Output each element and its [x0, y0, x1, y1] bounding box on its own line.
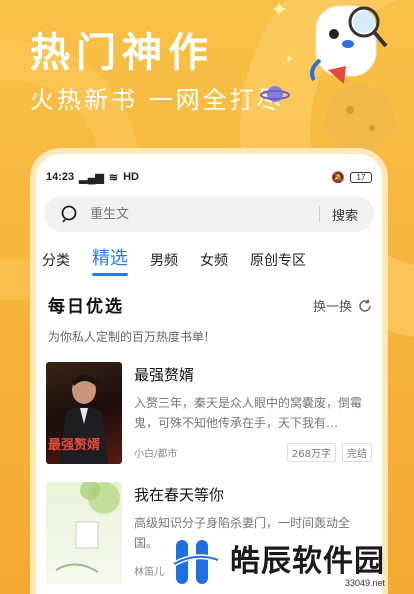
status-badge: 完结	[342, 443, 372, 462]
watermark-logo	[172, 540, 219, 584]
search-input[interactable]	[90, 206, 319, 222]
tab-featured[interactable]: 精选	[92, 244, 128, 276]
category-tabs: 分类 精选 男频 女频 原创专区	[42, 244, 306, 276]
battery-icon: 17	[350, 171, 372, 183]
sparkle-icon: ✦	[284, 52, 295, 66]
watermark-name: 皓辰软件园	[230, 544, 385, 579]
book-description: 入赘三年，秦天是众人眼中的窝囊废，倒霉鬼，可殊不知他传承在手，天下我有…	[134, 396, 363, 430]
status-time: 14:23	[46, 171, 75, 183]
wifi-icon: ≋	[108, 171, 119, 184]
search-divider	[318, 206, 320, 222]
tab-category[interactable]: 分类	[42, 250, 70, 276]
search-icon	[61, 205, 77, 223]
tab-male[interactable]: 男频	[150, 250, 178, 276]
planet-icon	[260, 86, 290, 102]
cover-art	[55, 482, 120, 573]
book-cover: 最强赘婿	[46, 362, 122, 464]
book-item[interactable]: 最强赘婿 最强赘婿 入赘三年，秦天是众人眼中的窝囊废，倒霉鬼，可殊不知他传承在手…	[46, 362, 372, 464]
tab-original[interactable]: 原创专区	[250, 250, 306, 276]
status-bar: 14:23 ▂▄▆ ≋ HD 🔕 17	[46, 168, 372, 186]
tab-female[interactable]: 女频	[200, 250, 228, 276]
book-title: 我在春天等你	[134, 486, 225, 504]
book-cover	[46, 482, 122, 584]
book-author: 小白/都市	[134, 449, 178, 460]
hero-title: 热门神作	[30, 30, 214, 76]
refresh-label: 换一换	[312, 300, 352, 315]
section-subtitle: 为你私人定制的百万热度书单!	[48, 330, 209, 344]
mute-icon: 🔕	[331, 171, 345, 184]
search-button[interactable]: 搜索	[332, 205, 358, 224]
battery-level: 17	[356, 172, 366, 182]
mascot-illustration	[310, 5, 394, 150]
section-title: 每日优选	[48, 297, 124, 317]
hero-subtitle: 火热新书 一网全打尽	[30, 86, 284, 114]
watermark: 皓辰软件园 33049.net	[168, 534, 385, 590]
sparkle-icon: ✦	[270, 0, 289, 23]
refresh-icon	[359, 298, 371, 312]
phone-frame: 14:23 ▂▄▆ ≋ HD 🔕 17 搜索 分类 精选 男频 女频 原创专区 …	[30, 148, 388, 594]
word-count-badge: 268万字	[286, 443, 336, 462]
signal-icon: ▂▄▆	[79, 171, 104, 184]
search-bar[interactable]: 搜索	[44, 196, 374, 232]
refresh-button[interactable]: 换一换	[313, 296, 372, 315]
book-title: 最强赘婿	[134, 366, 195, 384]
cover-title: 最强赘婿	[48, 438, 101, 453]
status-network: HD	[123, 171, 139, 183]
